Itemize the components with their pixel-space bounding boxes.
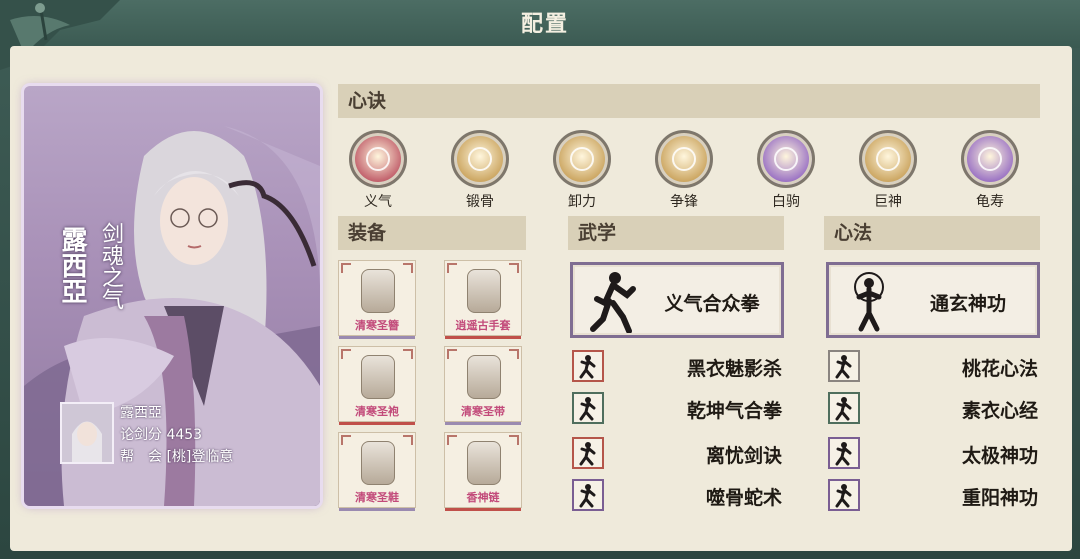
xinfa-header: 心法 [824, 216, 1040, 250]
wuxue-skill-item[interactable]: 黑衣魅影杀 [572, 350, 784, 384]
skill-name: 乾坤气合拳 [686, 400, 782, 422]
equipment-header: 装备 [338, 216, 526, 250]
equipment-label: 清寒圣簪 [355, 319, 399, 332]
xinjue-item[interactable]: 义气 [345, 130, 411, 210]
window-frame: 配置 露西亞 剑魂之气 露西亞 论剑分 4453 帮 会 [桃]登临意 心诀 义… [0, 0, 1080, 559]
xinjue-label: 争锋 [670, 194, 698, 210]
stance-icon [828, 350, 860, 382]
necklace-icon [467, 441, 501, 485]
rarity-bar [339, 336, 415, 339]
xinfa-main-label: 通玄神功 [929, 293, 1006, 315]
fist-sigil-icon [655, 130, 713, 188]
rarity-bar [445, 508, 521, 511]
hairpin-icon [361, 269, 395, 313]
stance-icon [828, 479, 860, 511]
xinfa-skill-item[interactable]: 桃花心法 [828, 350, 1040, 384]
avatar[interactable] [60, 402, 114, 464]
stance-icon [572, 479, 604, 511]
xinjue-item[interactable]: 白驹 [753, 130, 819, 210]
rarity-bar [339, 422, 415, 425]
xinfa-main-skill[interactable]: 通玄神功 [826, 262, 1040, 338]
equipment-slot[interactable]: 清寒圣鞋 [338, 432, 416, 511]
skill-name: 桃花心法 [961, 358, 1038, 380]
face-sigil-icon [859, 130, 917, 188]
stance-icon [572, 437, 604, 469]
stance-icon [828, 392, 860, 424]
horse-sigil-icon [757, 130, 815, 188]
character-title: 剑魂之气 [98, 222, 123, 310]
wuxue-header: 武学 [568, 216, 784, 250]
skill-name: 离忧剑诀 [705, 445, 782, 467]
wuxue-skill-item[interactable]: 离忧剑诀 [572, 437, 784, 471]
stance-icon [828, 437, 860, 469]
xinjue-label: 锻骨 [466, 194, 494, 210]
xinfa-skill-item[interactable]: 重阳神功 [828, 479, 1040, 513]
stance-icon [572, 350, 604, 382]
equipment-slot[interactable]: 逍遥古手套 [444, 260, 522, 339]
meditation-icon [854, 272, 884, 332]
stance-icon [572, 392, 604, 424]
skill-name: 黑衣魅影杀 [686, 358, 782, 380]
xinjue-item[interactable]: 锻骨 [447, 130, 513, 210]
robe-icon [361, 355, 395, 399]
title-bar: 配置 [0, 0, 1080, 70]
wuxue-main-label: 义气合众拳 [664, 293, 760, 315]
rarity-bar [445, 336, 521, 339]
wuxue-skill-item[interactable]: 噬骨蛇术 [572, 479, 784, 513]
shell-sigil-icon [961, 130, 1019, 188]
xinjue-label: 白驹 [772, 194, 800, 210]
rarity-bar [445, 422, 521, 425]
swirl-sigil-icon [553, 130, 611, 188]
xinjue-label: 义气 [364, 194, 392, 210]
skill-name: 素衣心经 [961, 400, 1038, 422]
equipment-slot[interactable]: 清寒圣袍 [338, 346, 416, 425]
xinjue-label: 龟寿 [976, 194, 1004, 210]
guild-row: 帮 会 [桃]登临意 [120, 446, 233, 466]
gauntlet-icon [467, 269, 501, 313]
boots-icon [361, 441, 395, 485]
equipment-label: 清寒圣鞋 [355, 491, 399, 504]
fighter-icon [590, 272, 636, 333]
score-row: 论剑分 4453 [120, 424, 202, 444]
xinjue-header: 心诀 [338, 84, 1040, 118]
equipment-slot[interactable]: 香神链 [444, 432, 522, 511]
score-label: 论剑分 [120, 427, 162, 443]
guild-value: [桃]登临意 [166, 449, 234, 465]
xinjue-item[interactable]: 巨神 [855, 130, 921, 210]
belt-icon [467, 355, 501, 399]
wheel-sigil-icon [451, 130, 509, 188]
equipment-label: 逍遥古手套 [455, 319, 511, 332]
rarity-bar [339, 508, 415, 511]
xinjue-item[interactable]: 卸力 [549, 130, 615, 210]
guild-label: 帮 会 [120, 449, 162, 465]
equipment-slot[interactable]: 清寒圣簪 [338, 260, 416, 339]
xinfa-skill-item[interactable]: 素衣心经 [828, 392, 1040, 426]
xinjue-label: 卸力 [568, 194, 596, 210]
xinfa-skill-item[interactable]: 太极神功 [828, 437, 1040, 471]
eye-sigil-icon [349, 130, 407, 188]
equipment-label: 清寒圣袍 [355, 405, 399, 418]
character-name: 露西亞 [57, 226, 87, 304]
equipment-label: 香神链 [466, 491, 500, 504]
info-name: 露西亞 [120, 405, 162, 421]
score-value: 4453 [166, 427, 203, 443]
equipment-slot[interactable]: 清寒圣带 [444, 346, 522, 425]
xinjue-item[interactable]: 争锋 [651, 130, 717, 210]
xinjue-label: 巨神 [874, 194, 902, 210]
xinjue-item[interactable]: 龟寿 [957, 130, 1023, 210]
equipment-label: 清寒圣带 [461, 405, 505, 418]
wuxue-main-skill[interactable]: 义气合众拳 [570, 262, 784, 338]
wuxue-skill-item[interactable]: 乾坤气合拳 [572, 392, 784, 426]
page-title: 配置 [520, 11, 569, 37]
skill-name: 太极神功 [961, 445, 1038, 467]
skill-name: 噬骨蛇术 [705, 487, 782, 509]
skill-name: 重阳神功 [961, 487, 1038, 509]
